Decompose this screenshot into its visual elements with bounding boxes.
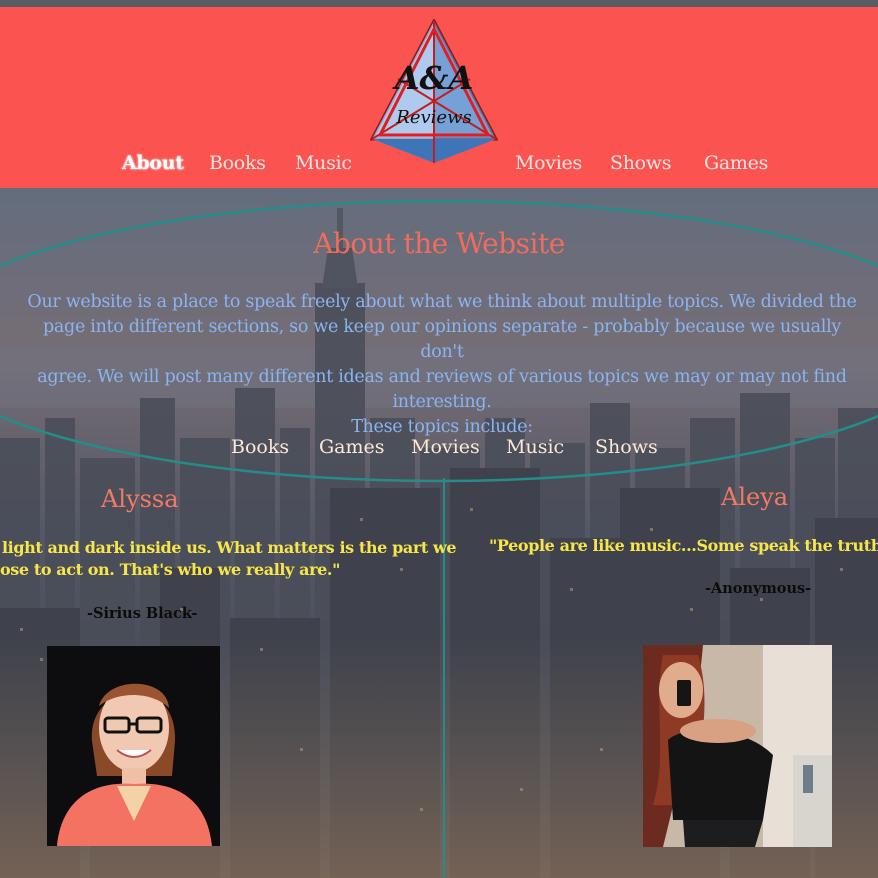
logo-text-top: A&A bbox=[392, 59, 474, 97]
nav-movies[interactable]: Movies bbox=[515, 152, 582, 174]
topic-link-music[interactable]: Music bbox=[506, 436, 564, 458]
nav-music[interactable]: Music bbox=[295, 152, 352, 174]
intro-line: Our website is a place to speak freely a… bbox=[27, 292, 857, 312]
nav-games[interactable]: Games bbox=[704, 152, 768, 174]
topic-link-books[interactable]: Books bbox=[231, 436, 289, 458]
top-strip bbox=[0, 0, 878, 7]
quote-attribution: -Sirius Black- bbox=[87, 605, 198, 622]
nav-shows[interactable]: Shows bbox=[610, 152, 672, 174]
author-quote-line: light and dark inside us. What matters i… bbox=[2, 538, 457, 557]
nav-about[interactable]: About bbox=[122, 152, 184, 174]
author-photo-aleya bbox=[643, 645, 832, 847]
logo-text-bottom: Reviews bbox=[395, 107, 471, 128]
topic-link-shows[interactable]: Shows bbox=[595, 436, 658, 458]
author-name-alyssa: Alyssa bbox=[101, 485, 179, 513]
intro-line: page into different sections, so we keep… bbox=[43, 317, 841, 362]
about-section: About the Website Our website is a place… bbox=[0, 188, 878, 878]
author-quote-line: ose to act on. That's who we really are.… bbox=[0, 560, 341, 579]
intro-paragraph: Our website is a place to speak freely a… bbox=[22, 290, 862, 440]
author-quote-line: "People are like music...Some speak the … bbox=[489, 536, 878, 555]
quote-attribution: -Anonymous- bbox=[705, 580, 812, 597]
author-name-aleya: Aleya bbox=[721, 483, 789, 511]
section-title: About the Website bbox=[313, 227, 565, 260]
intro-line: interesting. bbox=[392, 392, 492, 412]
site-logo[interactable]: A&A Reviews bbox=[370, 19, 498, 165]
topic-link-movies[interactable]: Movies bbox=[411, 436, 480, 458]
intro-line: agree. We will post many different ideas… bbox=[37, 367, 847, 387]
topic-link-games[interactable]: Games bbox=[319, 436, 385, 458]
nav-books[interactable]: Books bbox=[209, 152, 266, 174]
site-header: A&A Reviews About Books Music Movies Sho… bbox=[0, 7, 878, 188]
author-photo-alyssa bbox=[47, 646, 220, 846]
